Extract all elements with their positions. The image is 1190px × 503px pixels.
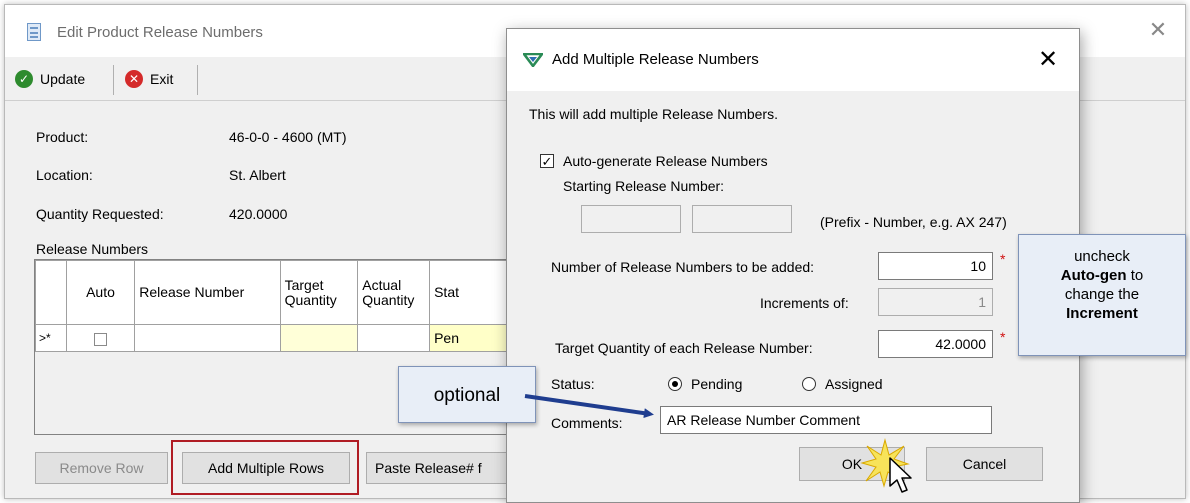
- callout-bold-text: Auto-gen: [1060, 267, 1127, 284]
- autogen-callout: uncheck Auto-gen to change the Increment: [1018, 234, 1186, 356]
- optional-arrow-icon: [524, 394, 654, 419]
- callout-line: uncheck: [1074, 248, 1130, 265]
- callout-line: Auto-gen to: [1019, 266, 1185, 285]
- callout-line: Increment: [1066, 305, 1138, 322]
- callout-line: change the: [1064, 286, 1140, 303]
- callout-text: to: [1126, 267, 1144, 284]
- mouse-cursor-icon: [889, 457, 912, 493]
